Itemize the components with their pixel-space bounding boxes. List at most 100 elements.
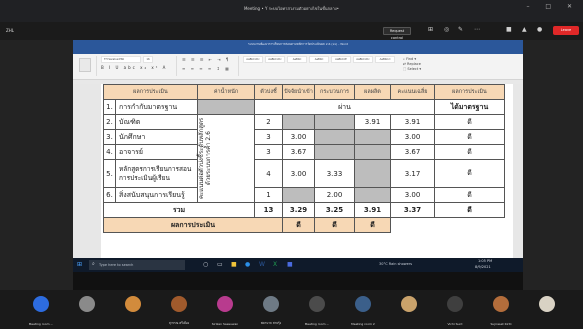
row-result: ดี — [434, 144, 505, 160]
row-number: 4. — [103, 144, 116, 160]
participant-name: Sujiraset Kiriti — [490, 322, 512, 326]
row-result: ดี — [434, 187, 505, 203]
style-heading1[interactable]: AaBbC — [287, 56, 307, 63]
avatar — [79, 296, 95, 312]
left-gutter — [0, 40, 73, 290]
row-average: 3.00 — [390, 187, 435, 203]
participant-tile[interactable]: Sujiraset Kiriti — [480, 290, 522, 329]
word-app-icon[interactable]: W — [259, 261, 265, 268]
paragraph-group: ☰ ☰ ☰ ⇤ ⇥ ¶ ≡ ≡ ≡ ≡ ↕ ▦ — [179, 56, 239, 76]
row-merged: ผ่าน — [254, 99, 435, 115]
row-name: หลักสูตรการเรียนการสอน การประเมินผู้เรีย… — [115, 159, 198, 188]
clipboard-group[interactable] — [75, 56, 97, 76]
editing-group[interactable]: ⌕ Find ▾ ⇄ Replace ⬚ Select ▾ — [403, 57, 421, 72]
table-row: 4. อาจารย์ 3 3.67 3.67 ดี — [103, 144, 505, 160]
style-normal[interactable]: AaBbCcDc — [243, 56, 263, 63]
row-indicator: 2 — [254, 114, 283, 130]
participant-tile[interactable] — [526, 290, 568, 329]
participants-icon[interactable]: ▲ — [522, 26, 527, 33]
style-emphasis[interactable]: AaBbCcI — [375, 56, 395, 63]
request-control-button[interactable]: Request control — [383, 27, 411, 40]
file-explorer-icon[interactable]: ▭ — [217, 261, 223, 268]
leave-button[interactable]: Leave — [553, 26, 579, 35]
total-label: รวม — [103, 202, 255, 218]
participant-tile[interactable]: พยาบาล สายรุ้ง — [250, 290, 292, 329]
participant-tile[interactable]: Sirikan Saesuwan — [204, 290, 246, 329]
annotate-icon[interactable]: ◎ — [444, 26, 449, 33]
row-input: 3.67 — [282, 144, 315, 160]
participant-tile[interactable] — [66, 290, 108, 329]
zoom-app-icon[interactable]: ■ — [287, 261, 293, 268]
list-buttons[interactable]: ☰ ☰ ☰ ⇤ ⇥ ¶ — [182, 57, 230, 62]
font-size-select[interactable]: 16 — [143, 56, 153, 63]
folder-icon[interactable]: ■ — [231, 261, 237, 268]
row-result: ดี — [434, 114, 505, 130]
row-number: 5. — [103, 159, 116, 188]
windows-start-icon[interactable]: ⊞ — [77, 261, 82, 268]
format-buttons[interactable]: B I U abc x₂ x² A — [101, 65, 167, 70]
chat-icon[interactable]: ✎ — [458, 26, 463, 33]
mic-icon[interactable]: ● — [537, 26, 542, 33]
participant-tile[interactable]: Meeting room ... — [20, 290, 62, 329]
excel-app-icon[interactable]: X — [273, 261, 277, 268]
clock-date[interactable]: 8/9/2021 — [475, 265, 491, 269]
task-view-icon[interactable]: ○ — [203, 261, 208, 268]
style-heading2[interactable]: AaBbC — [309, 56, 329, 63]
camera-icon[interactable]: ■ — [506, 26, 512, 33]
participant-name: Meeting room 2 — [351, 322, 375, 326]
window-controls[interactable]: – □ ✕ — [526, 3, 579, 10]
edge-icon[interactable]: ● — [245, 261, 250, 268]
font-name-select[interactable]: TH SarabunPSK — [101, 56, 141, 63]
total-indicator: 13 — [254, 202, 283, 218]
row-output — [354, 187, 391, 203]
zoom-toolbar: ZHL — [0, 22, 583, 40]
paste-icon[interactable] — [79, 58, 91, 72]
participant-tile[interactable] — [112, 290, 154, 329]
row-input — [282, 187, 315, 203]
style-title[interactable]: AaBbCcE — [331, 56, 351, 63]
participant-name: พยาบาล สายรุ้ง — [260, 321, 282, 325]
avatar — [401, 296, 417, 312]
row-average: 3.17 — [390, 159, 435, 188]
weather-status[interactable]: 30°C Rain showers — [379, 262, 412, 266]
share-icon[interactable]: ⊞ — [428, 26, 433, 33]
style-no-spacing[interactable]: AaBbCcDc — [265, 56, 285, 63]
avatar — [263, 296, 279, 312]
row-result: ได้มาตรฐาน — [434, 99, 505, 115]
document-page[interactable]: ผลการประเมิน ค่าน้ำหนัก ตัวบ่งชี้ ปัจจัย… — [101, 84, 513, 258]
participant-tile[interactable]: Vichi Sunt — [434, 290, 476, 329]
participant-name: Meeting room ... — [28, 322, 54, 326]
row-number: 2. — [103, 114, 116, 130]
header-evaluation: ผลการประเมิน — [103, 84, 198, 100]
row-name: นักศึกษา — [115, 129, 198, 145]
row-indicator: 3 — [254, 129, 283, 145]
row-process — [314, 144, 355, 160]
style-subtitle[interactable]: AaBbCcDc — [353, 56, 373, 63]
word-title-bar: ระบบงานพัฒนาการเรียนการสอนตามหลักการวัดป… — [73, 40, 523, 48]
avatar — [447, 296, 463, 312]
word-ribbon: TH SarabunPSK 16 B I U abc x₂ x² A ☰ ☰ ☰… — [73, 54, 523, 80]
row-average: 3.00 — [390, 129, 435, 145]
font-group: TH SarabunPSK 16 B I U abc x₂ x² A — [99, 56, 177, 76]
participant-tile[interactable]: Meeting room ... — [296, 290, 338, 329]
header-average: คะแนนเฉลี่ย — [390, 84, 435, 100]
table-row: 5. หลักสูตรการเรียนการสอน การประเมินผู้เ… — [103, 159, 505, 188]
more-icon[interactable]: ⋯ — [474, 26, 480, 33]
clock-time[interactable]: 1:05 PM — [478, 259, 492, 263]
row-indicator: 4 — [254, 159, 283, 188]
row-number: 6. — [103, 187, 116, 203]
row-name: อาจารย์ — [115, 144, 198, 160]
align-buttons[interactable]: ≡ ≡ ≡ ≡ ↕ ▦ — [182, 66, 231, 71]
avatar — [493, 296, 509, 312]
row-process — [314, 129, 355, 145]
taskbar-search-input[interactable]: Type here to search — [89, 260, 185, 270]
participant-tile[interactable]: สุวรรณ ศรีเมือง — [158, 290, 200, 329]
row-input — [282, 114, 315, 130]
avatar — [355, 296, 371, 312]
avatar — [33, 296, 49, 312]
participant-name: Meeting room ... — [304, 322, 330, 326]
participant-tile[interactable] — [388, 290, 430, 329]
participant-tile[interactable]: Meeting room 2 — [342, 290, 384, 329]
avatar — [539, 296, 555, 312]
header-input: ปัจจัยนำเข้า — [282, 84, 315, 100]
